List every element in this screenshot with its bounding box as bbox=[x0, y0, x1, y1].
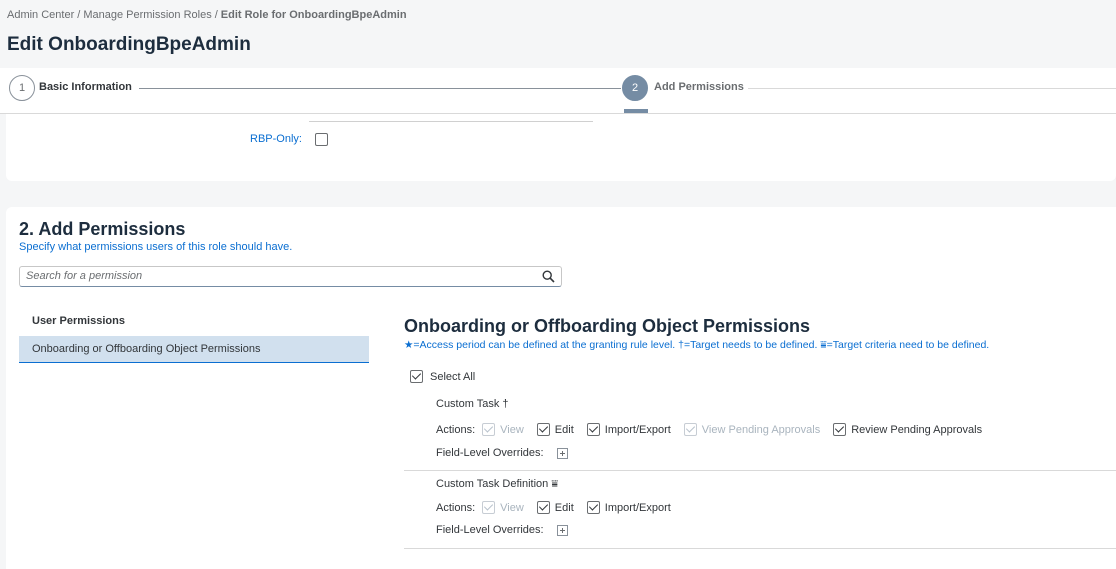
field-level-overrides-label: Field-Level Overrides: bbox=[436, 524, 544, 536]
action-import-export-checkbox[interactable] bbox=[586, 501, 600, 514]
wizard-step-2-circle[interactable]: 2 bbox=[622, 75, 648, 101]
action-view: View bbox=[482, 423, 524, 436]
select-all-checkbox[interactable] bbox=[410, 370, 423, 383]
actions-label: Actions: bbox=[436, 423, 476, 436]
action-edit-checkbox[interactable] bbox=[536, 501, 550, 514]
action-import-export-checkbox[interactable] bbox=[586, 423, 600, 436]
add-permissions-card: 2. Add Permissions Specify what permissi… bbox=[6, 207, 1116, 569]
action-view-pending-approvals: View Pending Approvals bbox=[683, 423, 821, 436]
action-review-pending-approvals-label: Review Pending Approvals bbox=[851, 423, 983, 436]
wizard-connector bbox=[139, 88, 621, 89]
basic-information-card: RBP-Only: bbox=[6, 114, 1116, 181]
permission-name: Custom Task † bbox=[436, 398, 509, 410]
breadcrumb: Admin Center / Manage Permission Roles / Edi… bbox=[7, 9, 407, 21]
wizard-active-indicator bbox=[624, 109, 648, 113]
actions-row: Actions: View Edit Import/Export View Pe… bbox=[436, 423, 995, 436]
rbp-only-label: RBP-Only: bbox=[250, 133, 302, 145]
field-level-overrides-label: Field-Level Overrides: bbox=[436, 447, 544, 459]
action-view-checkbox bbox=[482, 423, 496, 436]
section-subtitle: Specify what permissions users of this r… bbox=[19, 241, 293, 253]
field-level-overrides-row: Field-Level Overrides: bbox=[436, 447, 568, 459]
action-import-export-label: Import/Export bbox=[604, 423, 671, 436]
permission-search-input[interactable] bbox=[26, 270, 531, 282]
action-import-export-label: Import/Export bbox=[604, 501, 671, 514]
action-import-export[interactable]: Import/Export bbox=[586, 423, 671, 436]
nav-heading-user-permissions: User Permissions bbox=[32, 315, 125, 327]
action-review-pending-approvals-checkbox[interactable] bbox=[833, 423, 847, 436]
breadcrumb-manage-permission-roles[interactable]: Manage Permission Roles bbox=[83, 9, 211, 21]
wizard-connector-remaining bbox=[748, 88, 1116, 89]
breadcrumb-current: Edit Role for OnboardingBpeAdmin bbox=[220, 9, 407, 21]
action-edit-label: Edit bbox=[554, 423, 574, 436]
expand-icon[interactable] bbox=[556, 524, 568, 536]
page-title: Edit OnboardingBpeAdmin bbox=[7, 34, 251, 55]
permission-custom-task: Custom Task † Actions: View Edit Import/… bbox=[404, 391, 1116, 471]
action-view-label: View bbox=[500, 501, 524, 514]
wizard-step-2-label[interactable]: Add Permissions bbox=[654, 81, 744, 93]
permission-name: Custom Task Definition ⩸ bbox=[436, 478, 559, 490]
action-edit[interactable]: Edit bbox=[536, 501, 574, 514]
role-type-field[interactable] bbox=[309, 102, 593, 122]
breadcrumb-separator: / bbox=[214, 9, 218, 21]
field-level-overrides-row: Field-Level Overrides: bbox=[436, 524, 568, 536]
action-edit-label: Edit bbox=[554, 501, 574, 514]
action-view-checkbox bbox=[482, 501, 496, 514]
search-icon[interactable] bbox=[542, 270, 555, 283]
action-edit[interactable]: Edit bbox=[536, 423, 574, 436]
action-edit-checkbox[interactable] bbox=[536, 423, 550, 436]
permission-search bbox=[19, 266, 562, 287]
section-title: 2. Add Permissions bbox=[19, 219, 186, 239]
rbp-only-checkbox[interactable] bbox=[315, 133, 328, 146]
permission-legend: ★=Access period can be defined at the gr… bbox=[404, 339, 990, 351]
actions-row: Actions: View Edit Import/Export bbox=[436, 501, 684, 514]
actions-label: Actions: bbox=[436, 501, 476, 514]
select-all-label: Select All bbox=[430, 370, 476, 383]
breadcrumb-admin-center[interactable]: Admin Center bbox=[7, 9, 74, 21]
action-view-pending-approvals-checkbox bbox=[683, 423, 697, 436]
permission-custom-task-definition: Custom Task Definition ⩸ Actions: View E… bbox=[404, 471, 1116, 549]
nav-item-onboarding-offboarding[interactable]: Onboarding or Offboarding Object Permiss… bbox=[19, 336, 369, 363]
wizard-step-1-circle[interactable]: 1 bbox=[9, 75, 35, 101]
select-all[interactable]: Select All bbox=[410, 370, 475, 383]
action-import-export[interactable]: Import/Export bbox=[586, 501, 671, 514]
wizard-step-1-label[interactable]: Basic Information bbox=[39, 81, 132, 93]
permission-panel-title: Onboarding or Offboarding Object Permiss… bbox=[404, 316, 811, 336]
action-review-pending-approvals[interactable]: Review Pending Approvals bbox=[833, 423, 982, 436]
expand-icon[interactable] bbox=[556, 447, 568, 459]
action-view-label: View bbox=[500, 423, 524, 436]
action-view: View bbox=[482, 501, 524, 514]
action-view-pending-approvals-label: View Pending Approvals bbox=[701, 423, 821, 436]
breadcrumb-separator: / bbox=[77, 9, 81, 21]
